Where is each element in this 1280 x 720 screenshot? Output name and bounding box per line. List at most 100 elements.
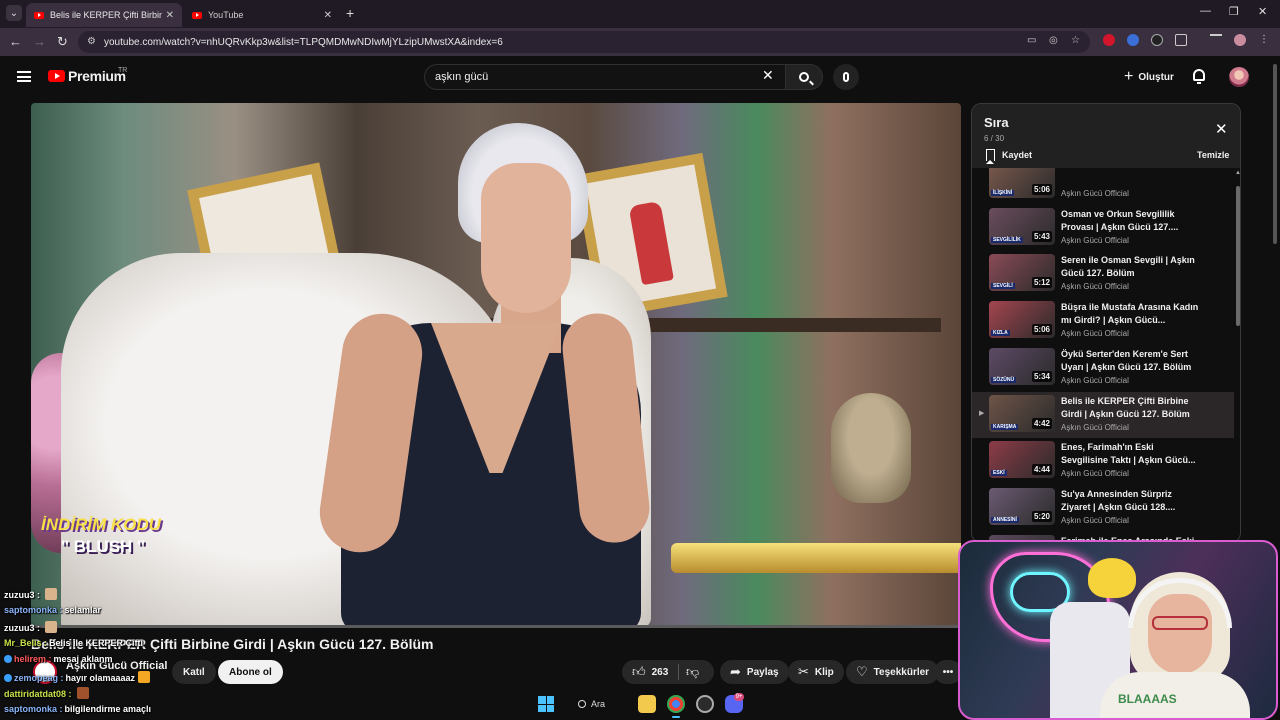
playlist-item[interactable]: ANNESİNİ 5:20 Su'ya Annesinden Sürpriz Ziy… (972, 485, 1234, 531)
tab-active[interactable]: Belis ile KERPER Çifti Birbine Gir ✕ (26, 3, 182, 27)
video-duration: 4:44 (1031, 464, 1052, 476)
voice-search-button[interactable] (833, 64, 859, 90)
search-input[interactable]: aşkın gücü (424, 64, 786, 90)
new-tab-icon[interactable]: + (346, 5, 354, 21)
account-avatar[interactable] (1229, 67, 1249, 87)
video-duration: 5:43 (1031, 230, 1052, 242)
minimize-icon[interactable]: — (1200, 5, 1211, 17)
menu-icon[interactable] (17, 71, 31, 82)
chrome-icon[interactable] (667, 695, 685, 718)
taskbar-search[interactable]: Ara (578, 696, 605, 712)
windows-start-icon[interactable] (538, 696, 554, 712)
forward-icon[interactable]: → (33, 34, 46, 49)
window-close-icon[interactable]: ✕ (1258, 5, 1267, 18)
playlist-thumbnail[interactable]: SEVGİLİ 5:12 (989, 254, 1055, 292)
tab-youtube[interactable]: YouTube ✕ (184, 3, 340, 27)
file-explorer-icon[interactable] (638, 695, 656, 713)
reload-icon[interactable]: ↻ (57, 34, 68, 50)
plush-toy (1088, 558, 1136, 598)
site-info-icon[interactable]: ⚙ (87, 36, 96, 47)
playlist-thumbnail[interactable]: SÖZÜNÜ 5:34 (989, 347, 1055, 385)
chat-message: zemopeag : hayır olamaaaaz (4, 670, 151, 683)
extension-dark-icon[interactable] (1151, 34, 1163, 46)
playlist-item-title[interactable]: Enes, Farimah'ın Eski Sevgilisine Taktı … (1061, 441, 1201, 467)
video-player[interactable]: İNDİRİM KODU " BLUSH " (31, 103, 961, 627)
playlist-item[interactable]: SEVGİLİ 5:12 Seren ile Osman Sevgili | Aşk… (972, 251, 1234, 297)
playlist-item-title[interactable]: Belis ile KERPER Çifti Birbine Girdi | A… (1061, 395, 1201, 421)
chat-emote-icon (45, 621, 57, 633)
promo-code-value: " BLUSH " (61, 537, 146, 556)
playlist-header: Sıra 6 / 30 ✕ Kaydet Temizle (972, 104, 1240, 168)
playlist-item[interactable]: SÖZÜNÜ 5:34 Öykü Serter'den Kerem'e Sert U… (972, 345, 1234, 391)
playlist-item[interactable]: ESKİ 4:44 Enes, Farimah'ın Eski Sevgilisin… (972, 438, 1234, 484)
back-icon[interactable]: ← (9, 34, 22, 49)
playlist-thumbnail[interactable]: SEVGİLİLİK 5:43 (989, 207, 1055, 245)
tab-close-icon[interactable]: ✕ (324, 10, 332, 21)
playlist-thumbnail[interactable]: KARIŞMA 4:42 (989, 394, 1055, 432)
playlist-item-title[interactable]: Su'ya Annesinden Sürpriz Ziyaret | Aşkın… (1061, 488, 1201, 514)
youtube-header: Premium TR aşkın gücü ✕ + Oluştur (0, 56, 1270, 100)
scroll-up-icon[interactable]: ▲ (1235, 170, 1240, 176)
obs-icon[interactable] (696, 695, 714, 713)
playlist-thumbnail[interactable]: ESKİ 4:44 (989, 441, 1055, 479)
search-value: aşkın gücü (435, 71, 489, 83)
playlist-item[interactable]: ▶ KARIŞMA 4:42 Belis ile KERPER Çifti Birbi… (972, 391, 1234, 438)
chat-username[interactable]: Mr_Belis : (4, 638, 47, 648)
extensions-puzzle-icon[interactable] (1175, 34, 1187, 46)
chat-username[interactable]: saptomonka : (4, 605, 63, 615)
chat-text: selamlar (64, 604, 102, 615)
clear-search-icon[interactable]: ✕ (762, 67, 774, 84)
now-playing-icon: ▶ (979, 409, 985, 417)
chat-username[interactable]: zuzuu3 : (4, 623, 40, 633)
playlist-item-channel: Aşkın Gücü Official (1061, 469, 1129, 479)
save-playlist-button[interactable]: Kaydet (986, 149, 1032, 164)
playlist-item-title[interactable]: Osman ve Orkun Sevgililik Provası | Aşkı… (1061, 208, 1201, 234)
playlist-thumbnail[interactable]: KIZLA 5:06 (989, 301, 1055, 339)
playlist-item-channel: Aşkın Gücü Official (1061, 375, 1129, 385)
scrollbar-thumb[interactable] (1273, 64, 1277, 244)
playlist-item-title[interactable]: Seren ile Osman Sevgili | Aşkın Gücü 127… (1061, 254, 1201, 280)
playlist-item-title[interactable]: Büşra ile Mustafa Arasına Kadın mı Girdi… (1061, 301, 1201, 327)
chat-text: mesaj aklanm (53, 654, 113, 664)
extension-blue-icon[interactable] (1127, 34, 1139, 46)
playlist-thumbnail[interactable]: İLİŞKİNİ 5:06 (989, 168, 1055, 198)
extension-red-icon[interactable] (1103, 34, 1115, 46)
create-button[interactable]: + Oluştur (1118, 66, 1180, 88)
media-control-icon[interactable] (1210, 34, 1222, 46)
search-button[interactable] (785, 64, 823, 90)
thanks-button[interactable]: ♡ Teşekkürler (846, 660, 940, 684)
chrome-menu-icon[interactable]: ⋮ (1258, 34, 1270, 46)
cast-icon[interactable]: ▭ (1027, 35, 1036, 46)
tab-close-icon[interactable]: ✕ (166, 10, 174, 21)
bookmark-star-icon[interactable]: ☆ (1071, 35, 1080, 46)
playlist-scroll-thumb[interactable] (1236, 186, 1240, 326)
playlist-item[interactable]: İLİŞKİNİ 5:06 Aşkın Gücü Official (972, 168, 1234, 204)
playlist-item[interactable]: SEVGİLİLİK 5:43 Osman ve Orkun Sevgililik … (972, 205, 1234, 251)
profile-avatar-icon[interactable] (1234, 34, 1246, 46)
url-text: youtube.com/watch?v=nhUQRvKkp3w&list=TLP… (104, 36, 503, 48)
playlist-item-channel: Aşkın Gücü Official (1061, 235, 1129, 245)
notifications-bell-icon[interactable] (1193, 69, 1205, 84)
share-button[interactable]: ➦ Paylaş (720, 660, 789, 684)
playlist-item-title[interactable]: Öykü Serter'den Kerem'e Sert Uyarı | Aşk… (1061, 348, 1201, 374)
tab-search-icon[interactable]: ⌄ (6, 5, 22, 21)
playlist-thumbnail[interactable]: ANNESİNİ 5:20 (989, 487, 1055, 525)
playlist-item-channel: Aşkın Gücü Official (1061, 329, 1129, 339)
chat-username[interactable]: helirem : (14, 654, 52, 664)
thumbs-down-icon[interactable]: 👎︎ (686, 664, 699, 680)
close-playlist-icon[interactable]: ✕ (1215, 120, 1228, 138)
restore-icon[interactable]: ❐ (1229, 5, 1239, 18)
chat-text: hayır olamaaaaz (65, 672, 136, 683)
share-label: Paylaş (746, 666, 779, 678)
playlist-item-channel: Aşkın Gücü Official (1061, 189, 1129, 198)
chat-username[interactable]: zuzuu3 : (4, 590, 40, 600)
chat-username[interactable]: zemopeag : (14, 673, 64, 683)
playlist-scrollbar[interactable]: ▲ (1234, 168, 1240, 542)
eye-off-icon[interactable]: ◎ (1049, 35, 1058, 46)
clip-button[interactable]: ✂ Klip (788, 660, 844, 684)
like-button[interactable]: 👍︎ 263 👎︎ (622, 660, 714, 684)
clear-playlist-button[interactable]: Temizle (1197, 150, 1229, 160)
youtube-logo[interactable]: Premium (48, 68, 126, 84)
address-bar[interactable]: ⚙ youtube.com/watch?v=nhUQRvKkp3w&list=T… (78, 31, 1090, 53)
playlist-item[interactable]: KIZLA 5:06 Büşra ile Mustafa Arasına Kadın… (972, 298, 1234, 344)
